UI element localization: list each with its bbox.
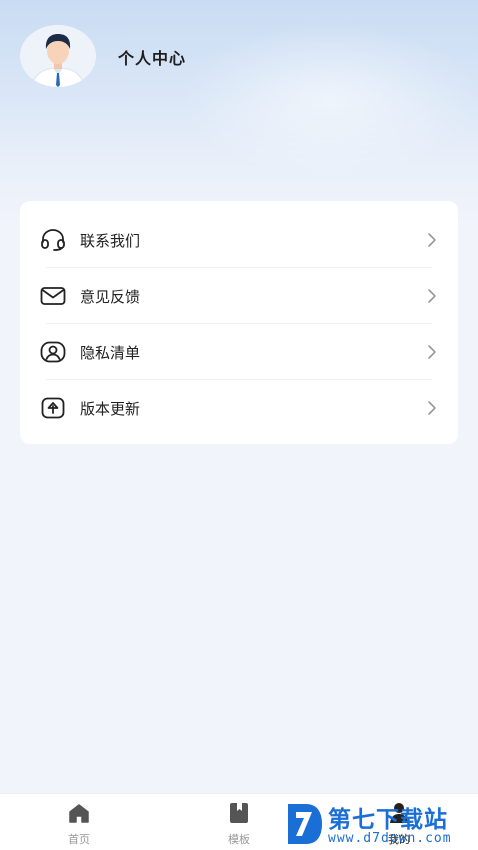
privacy-user-icon — [40, 341, 66, 363]
menu-item-label: 意见反馈 — [80, 287, 141, 306]
menu-card: 联系我们 意见反馈 隐私清单 版本更新 — [20, 201, 458, 444]
tab-home[interactable]: 首页 — [39, 794, 119, 850]
chevron-right-icon — [428, 401, 436, 415]
tab-label: 模板 — [228, 833, 250, 846]
menu-item-label: 隐私清单 — [80, 343, 141, 362]
chevron-right-icon — [428, 289, 436, 303]
menu-item-label: 联系我们 — [80, 231, 141, 250]
menu-item-contact-us[interactable]: 联系我们 — [20, 212, 458, 268]
watermark-url: www.d7down.com — [328, 831, 452, 846]
d7-logo-icon — [288, 804, 322, 844]
menu-item-privacy-list[interactable]: 隐私清单 — [20, 324, 458, 380]
page-title: 个人中心 — [118, 49, 187, 68]
watermark-title: 第七下载站 — [328, 807, 448, 833]
businessman-avatar-icon — [20, 25, 96, 87]
upload-icon — [40, 397, 66, 419]
menu-item-label: 版本更新 — [80, 399, 141, 418]
menu-item-feedback[interactable]: 意见反馈 — [20, 268, 458, 324]
tab-label: 首页 — [68, 833, 90, 846]
chevron-right-icon — [428, 233, 436, 247]
headset-icon — [40, 229, 66, 251]
watermark: 第七下载站 www.d7down.com — [284, 798, 478, 850]
bookmark-icon — [230, 803, 248, 823]
chevron-right-icon — [428, 345, 436, 359]
home-icon — [69, 804, 89, 823]
avatar[interactable] — [20, 25, 96, 87]
tab-templates[interactable]: 模板 — [199, 794, 279, 850]
mail-icon — [40, 285, 66, 307]
menu-item-version-update[interactable]: 版本更新 — [20, 380, 458, 436]
header-glow — [180, 20, 478, 180]
